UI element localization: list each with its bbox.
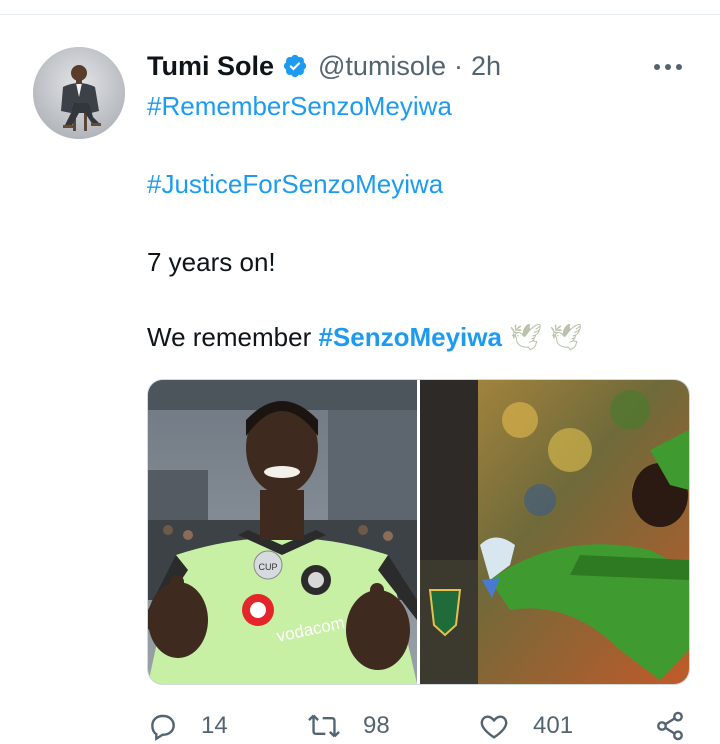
tweet-line-years: 7 years on! [147,247,276,277]
cup-badge-text: CUP [258,562,277,572]
reply-count: 14 [201,712,228,739]
share-icon [653,710,687,742]
top-divider [0,14,720,15]
like-button[interactable]: 401 [477,708,573,744]
tweet-line-remember: We remember #SenzoMeyiwa 🕊 🕊 [147,320,707,354]
author-name[interactable]: Tumi Sole [147,51,274,82]
remember-text: We remember [147,322,319,352]
retweet-button[interactable]: 98 [307,708,390,744]
dot-separator: · [453,50,463,81]
avatar-image [33,47,125,139]
media-grid: CUP vodacom [147,379,690,685]
hashtag-justice[interactable]: #JusticeForSenzoMeyiwa [147,167,707,201]
retweet-icon [307,710,341,742]
action-bar: 14 98 401 [147,708,707,744]
reply-button[interactable]: 14 [147,708,228,744]
dove-emoji: 🕊 🕊 [509,322,583,352]
author-handle[interactable]: @tumisole [318,51,446,82]
retweet-count: 98 [363,712,390,739]
hashtag-remember[interactable]: #RememberSenzoMeyiwa [147,89,707,123]
avatar[interactable] [33,47,125,139]
share-button[interactable] [653,708,687,744]
verified-icon [282,53,308,79]
tweet-header: Tumi Sole @tumisole · 2h [147,48,501,84]
photo-right[interactable] [420,380,689,684]
hashtag-senzo[interactable]: #SenzoMeyiwa [318,322,502,352]
more-icon[interactable] [648,52,688,82]
like-count: 401 [533,712,574,739]
tweet-time[interactable]: 2h [471,51,501,82]
photo-left[interactable]: CUP vodacom [148,380,417,684]
reply-icon [147,710,179,742]
like-icon [477,710,511,742]
